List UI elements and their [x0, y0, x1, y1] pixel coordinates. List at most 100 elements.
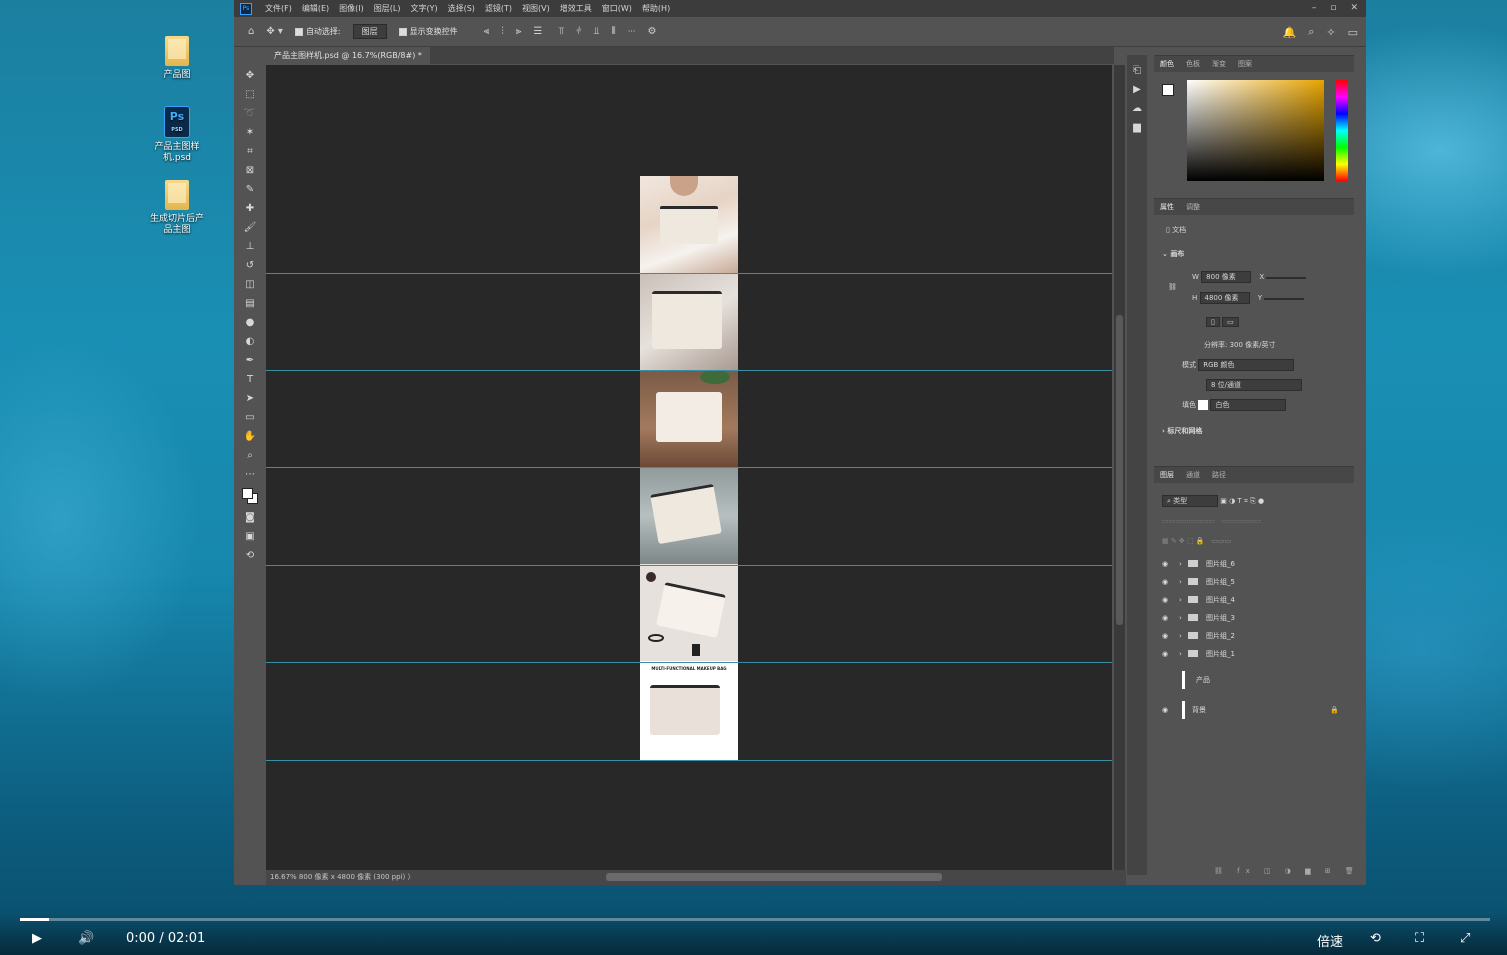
- layer-row[interactable]: 产品: [1154, 667, 1354, 693]
- chevron-right-icon[interactable]: ›: [1179, 645, 1182, 663]
- foreground-color-swatch[interactable]: [242, 488, 253, 499]
- filter-toggle-icon[interactable]: ●: [1258, 497, 1264, 505]
- scroll-thumb[interactable]: [1116, 315, 1123, 625]
- auto-select-checkbox[interactable]: 自动选择:: [294, 26, 341, 37]
- rectangle-tool-icon[interactable]: ▭: [238, 408, 262, 427]
- layer-row[interactable]: ◉ › 图片组_2: [1154, 627, 1354, 645]
- guide-line[interactable]: [266, 467, 1112, 468]
- tab-patterns[interactable]: 图案: [1232, 59, 1258, 69]
- distribute-icon[interactable]: ☰: [533, 26, 542, 37]
- pen-tool-icon[interactable]: ✒: [238, 351, 262, 370]
- fullscreen-icon[interactable]: ⤢: [1460, 931, 1470, 946]
- hue-slider[interactable]: [1336, 80, 1348, 181]
- workspace-icon[interactable]: ▭: [1348, 26, 1358, 39]
- edit-toolbar-icon[interactable]: ⋯: [238, 465, 262, 484]
- healing-brush-tool-icon[interactable]: ✚: [238, 199, 262, 218]
- document-canvas[interactable]: MULTI-FUNCTIONAL MAKEUP BAG: [640, 176, 738, 760]
- filter-type-icon[interactable]: T: [1237, 497, 1241, 505]
- guide-line[interactable]: [266, 760, 1112, 761]
- align-top-icon[interactable]: ⫪: [558, 26, 564, 37]
- color-picker-field[interactable]: [1187, 80, 1324, 181]
- crop-tool-icon[interactable]: ⌗: [238, 142, 262, 161]
- close-icon[interactable]: ✕: [1350, 0, 1358, 16]
- rulers-grids-section[interactable]: › 标尺和网格: [1162, 426, 1202, 436]
- menu-filter[interactable]: 滤镜(T): [480, 3, 517, 14]
- eraser-tool-icon[interactable]: ◫: [238, 275, 262, 294]
- home-icon[interactable]: ⌂: [248, 26, 254, 37]
- more-options-button[interactable]: ···: [628, 27, 636, 36]
- screen-mode-icon[interactable]: ▣: [238, 527, 262, 546]
- eye-icon[interactable]: ◉: [1162, 627, 1168, 645]
- menu-file[interactable]: 文件(F): [260, 3, 297, 14]
- desktop-icon-product-images[interactable]: 产品图: [148, 36, 206, 81]
- eye-icon[interactable]: ◉: [1162, 573, 1168, 591]
- tab-swatches[interactable]: 色板: [1180, 59, 1206, 69]
- menu-view[interactable]: 视图(V): [517, 3, 555, 14]
- filter-pixel-icon[interactable]: ▣: [1220, 497, 1227, 505]
- align-right-icon[interactable]: ⫸: [516, 26, 522, 37]
- foreground-swatch[interactable]: [1162, 84, 1174, 96]
- filter-adjust-icon[interactable]: ◑: [1229, 497, 1235, 505]
- menu-edit[interactable]: 编辑(E): [297, 3, 334, 14]
- width-input[interactable]: 800 像素: [1201, 271, 1252, 283]
- tab-properties[interactable]: 属性: [1154, 202, 1180, 212]
- chevron-right-icon[interactable]: ›: [1179, 555, 1182, 573]
- horizontal-scroll-thumb[interactable]: [606, 873, 942, 881]
- color-swatches[interactable]: [238, 484, 262, 508]
- chevron-right-icon[interactable]: ›: [1179, 627, 1182, 645]
- frame-tool-icon[interactable]: ⊠: [238, 161, 262, 180]
- video-progress-bar[interactable]: [20, 918, 1490, 921]
- menu-plugins[interactable]: 增效工具: [555, 3, 597, 14]
- dodge-tool-icon[interactable]: ◐: [238, 332, 262, 351]
- eyedropper-tool-icon[interactable]: ✎: [238, 180, 262, 199]
- move-tool-icon[interactable]: ✥ ▾: [266, 26, 283, 37]
- guide-line[interactable]: [266, 370, 1112, 371]
- tab-color[interactable]: 颜色: [1154, 59, 1180, 69]
- height-input[interactable]: 4800 像素: [1199, 292, 1250, 304]
- y-input[interactable]: [1264, 298, 1305, 300]
- fill-dropdown[interactable]: 白色: [1210, 399, 1287, 411]
- bit-depth-dropdown[interactable]: 8 位/通道: [1206, 379, 1302, 391]
- brushes-panel-icon[interactable]: ☁: [1127, 99, 1147, 118]
- speed-button[interactable]: 倍速: [1317, 931, 1343, 950]
- layer-row[interactable]: ◉ › 图片组_3: [1154, 609, 1354, 627]
- chevron-right-icon[interactable]: ›: [1179, 609, 1182, 627]
- tab-paths[interactable]: 路径: [1206, 470, 1232, 480]
- type-tool-icon[interactable]: T: [238, 370, 262, 389]
- layers-footer-buttons[interactable]: ⛓ fx ◫ ◑ ▆ ⊞ 🗑: [1214, 867, 1360, 875]
- loop-icon[interactable]: ⟲: [1370, 931, 1381, 946]
- menu-type[interactable]: 文字(Y): [405, 3, 442, 14]
- align-bottom-icon[interactable]: ⫫: [594, 26, 600, 37]
- history-brush-tool-icon[interactable]: ↺: [238, 256, 262, 275]
- blur-tool-icon[interactable]: ●: [238, 313, 262, 332]
- artboard-icon[interactable]: ⟲: [238, 546, 262, 565]
- volume-icon[interactable]: 🔊: [78, 931, 94, 946]
- eye-icon[interactable]: ◉: [1162, 697, 1168, 723]
- magic-wand-tool-icon[interactable]: ✶: [238, 123, 262, 142]
- minimize-icon[interactable]: –: [1312, 0, 1317, 16]
- lasso-tool-icon[interactable]: ➰: [238, 104, 262, 123]
- filter-smart-icon[interactable]: ⎘: [1250, 497, 1256, 505]
- layer-row[interactable]: ◉ 背景 🔒: [1154, 697, 1354, 723]
- menu-image[interactable]: 图像(I): [334, 3, 369, 14]
- landscape-icon[interactable]: ▭: [1222, 317, 1239, 327]
- clone-stamp-tool-icon[interactable]: ⊥: [238, 237, 262, 256]
- maximize-icon[interactable]: ▫: [1330, 0, 1336, 16]
- discover-icon[interactable]: ✧: [1326, 26, 1335, 39]
- eye-icon[interactable]: ◉: [1162, 609, 1168, 627]
- menu-select[interactable]: 选择(S): [443, 3, 480, 14]
- show-transform-checkbox[interactable]: 显示变换控件: [398, 26, 458, 37]
- chevron-right-icon[interactable]: ›: [1179, 573, 1182, 591]
- layer-row[interactable]: ◉ › 图片组_5: [1154, 573, 1354, 591]
- chevron-right-icon[interactable]: ›: [1179, 591, 1182, 609]
- link-icon[interactable]: ⛓: [1168, 283, 1177, 291]
- menu-window[interactable]: 窗口(W): [597, 3, 637, 14]
- gear-icon[interactable]: ⚙: [647, 26, 656, 37]
- actions-panel-icon[interactable]: ▶: [1127, 80, 1147, 99]
- layer-row[interactable]: ◉ › 图片组_6: [1154, 555, 1354, 573]
- quick-mask-icon[interactable]: ◙: [238, 508, 262, 527]
- menu-help[interactable]: 帮助(H): [637, 3, 675, 14]
- eye-icon[interactable]: ◉: [1162, 645, 1168, 663]
- document-tab[interactable]: 产品主图样机.psd @ 16.7%(RGB/8#) *: [266, 47, 430, 64]
- zoom-tool-icon[interactable]: ⌕: [238, 446, 262, 465]
